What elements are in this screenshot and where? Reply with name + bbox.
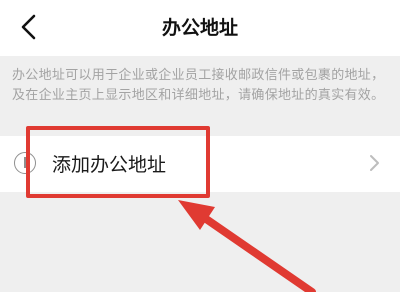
page-title: 办公地址 [161, 17, 238, 39]
annotation-highlight-box [26, 126, 210, 198]
chevron-right-icon [370, 155, 379, 171]
address-description: 办公地址可以用于企业或企业员工接收邮政信件或包裹的地址，及在企业主页上显示地区和… [12, 68, 385, 103]
navigation-bar: 办公地址 [0, 0, 400, 56]
